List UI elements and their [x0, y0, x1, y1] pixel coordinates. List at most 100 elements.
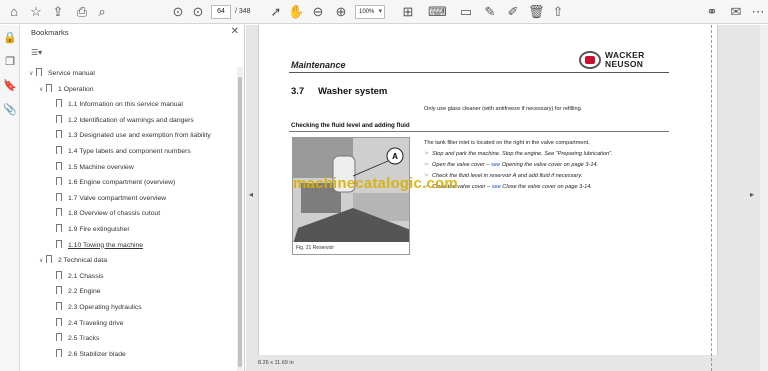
bookmark-item[interactable]: ∨ 1 Operation [39, 83, 94, 97]
bookmark-icon [56, 114, 62, 123]
left-rail: 🔒 ❐ 🔖 📎 [0, 25, 20, 371]
bookmark-item[interactable]: 2.4 Traveling drive [49, 317, 124, 331]
document-viewer: ◂ ▸ Maintenance WACKER NEUSON 3.7 Washer … [246, 25, 768, 371]
expand-chevron-icon[interactable]: ∨ [39, 254, 46, 268]
fit-page-icon[interactable]: ⊞ [400, 4, 416, 20]
figure-caption: Fig. 21 Reservoir [293, 242, 409, 254]
close-icon[interactable]: ✕ [231, 26, 239, 37]
pdf-page: Maintenance WACKER NEUSON 3.7 Washer syst… [258, 25, 718, 355]
bookmark-item[interactable]: 1.2 Identification of warnings and dange… [49, 114, 194, 128]
link-icon[interactable]: ⚭ [704, 4, 720, 20]
bookmark-item[interactable]: 2.2 Engine [49, 285, 101, 299]
bookmark-label: 1.9 Fire extinguisher [68, 226, 130, 233]
bookmark-list: ∨ Service manual ∨ 1 Operation 1.1 Informati… [21, 67, 237, 371]
search-icon[interactable]: ⌕ [94, 4, 110, 20]
stamp-icon[interactable]: ✐ [505, 4, 521, 20]
delete-icon[interactable]: 🗑 [528, 4, 545, 20]
bookmark-item[interactable]: 2.3 Operating hydraulics [49, 301, 142, 315]
attachment-icon[interactable]: 📎 [3, 103, 17, 117]
comment-icon[interactable]: ▭ [458, 4, 474, 20]
step-intro: The tank filler inlet is located on the … [424, 140, 590, 146]
bookmark-icon [56, 333, 62, 342]
expand-chevron-icon[interactable]: ∨ [39, 83, 46, 97]
wacker-logo-icon [579, 51, 601, 69]
reservoir-figure: A Fig. 21 Reservoir [292, 137, 410, 255]
page-size-label: 8.26 x 11.69 in [258, 360, 294, 366]
zoom-select[interactable]: 100% [355, 5, 385, 19]
subheading: Checking the fluid level and adding flui… [291, 122, 410, 129]
bookmarks-panel: Bookmarks ✕ ☰▾ ∨ Service manual ∨ 1 Operati… [21, 25, 245, 371]
bookmark-label: 1.4 Type labels and component numbers [68, 148, 191, 155]
bookmarks-header: Bookmarks ✕ [21, 25, 245, 42]
section-title: 3.7 Washer system [291, 86, 388, 97]
step-2-link[interactable]: see [491, 162, 500, 168]
header-rule [289, 72, 669, 73]
bookmark-icon [56, 302, 62, 310]
fig-label-a: A [392, 152, 398, 161]
next-page-arrow-icon[interactable]: ▸ [750, 190, 754, 199]
bookmark-item[interactable]: 1.8 Overview of chassis cutout [49, 207, 160, 221]
prev-page-arrow-icon[interactable]: ◂ [249, 190, 253, 199]
bookmark-label: 1.8 Overview of chassis cutout [68, 210, 161, 218]
step-4-link[interactable]: see [492, 184, 501, 190]
expand-chevron-icon[interactable]: ∨ [29, 67, 36, 81]
bookmark-item[interactable]: 1.7 Valve compartment overview [49, 192, 166, 206]
page-edge-guide [711, 25, 712, 371]
bookmark-icon[interactable]: 🔖 [3, 79, 17, 93]
home-icon[interactable]: ⌂ [6, 4, 22, 20]
print-icon[interactable]: ⎙ [74, 4, 90, 20]
zoom-in-icon[interactable]: ⊕ [333, 4, 349, 20]
bookmark-icon [56, 317, 62, 326]
bookmark-icon [56, 208, 62, 217]
bookmark-item[interactable]: 1.4 Type labels and component numbers [49, 145, 191, 159]
bookmark-icon [56, 286, 62, 295]
step-1: ☞ Stop and park the machine. Stop the eng… [424, 151, 613, 157]
bookmark-item[interactable]: 2.5 Tracks [49, 332, 99, 346]
bookmark-icon [56, 192, 62, 201]
pages-icon[interactable]: ❐ [3, 55, 17, 69]
share-icon[interactable]: ⇧ [550, 4, 566, 20]
bookmark-item[interactable]: 1.1 Information on this service manual [49, 98, 183, 112]
bookmark-icon [56, 161, 62, 170]
bookmark-item[interactable]: 1.10 Towing the machine [49, 239, 143, 253]
bookmark-item[interactable]: 2.6 Stabilizer blade [49, 348, 126, 362]
bookmarks-scrollbar[interactable] [237, 67, 243, 371]
bookmark-item[interactable]: ∨ 2 Technical data [39, 254, 107, 268]
bookmark-item[interactable]: 1.3 Designated use and exemption from li… [49, 129, 211, 143]
lock-icon[interactable]: 🔒 [3, 31, 17, 45]
bookmark-item[interactable]: 1.6 Engine compartment (overview) [49, 176, 175, 190]
bookmark-icon [46, 83, 52, 92]
page-total: / 348 [235, 8, 251, 15]
document-scrollbar[interactable] [760, 25, 768, 371]
mail-icon[interactable]: ✉ [728, 4, 744, 20]
page-down-icon[interactable]: ⊙ [190, 4, 206, 20]
scrollbar-thumb[interactable] [238, 77, 242, 367]
page-up-icon[interactable]: ⊙ [170, 4, 186, 20]
step-2: ☞ Open the valve cover – see Opening the … [424, 162, 599, 168]
keyboard-icon[interactable]: ⌨ [428, 4, 447, 20]
bookmark-item[interactable]: 2.1 Chassis [49, 270, 104, 284]
bookmark-label: 1.6 Engine compartment (overview) [68, 179, 176, 187]
star-icon[interactable]: ☆ [28, 4, 44, 20]
bookmark-icon [36, 68, 42, 76]
page-number-input[interactable]: 64 [211, 5, 231, 19]
bookmark-label: 1.5 Machine overview [68, 163, 134, 171]
bookmark-label: 1.7 Valve compartment overview [68, 194, 167, 202]
bookmark-label: 2 Technical data [58, 257, 107, 265]
bookmark-item[interactable]: 1.5 Machine overview [49, 161, 134, 175]
hand-icon[interactable]: ✋ [288, 4, 304, 20]
bookmark-icon [56, 146, 62, 154]
subhead-rule [289, 131, 669, 132]
zoom-out-icon[interactable]: ⊖ [310, 4, 326, 20]
bookmark-icon [56, 99, 62, 108]
bookmark-item[interactable]: ∨ Service manual [29, 67, 95, 81]
page-header: Maintenance [291, 60, 346, 70]
pen-icon[interactable]: ✎ [482, 4, 498, 20]
bookmark-options-icon[interactable]: ☰▾ [31, 47, 49, 59]
bookmark-label: 1.10 Towing the machine [68, 241, 144, 249]
bookmark-item[interactable]: 1.9 Fire extinguisher [49, 223, 130, 237]
upload-icon[interactable]: ⇪ [50, 4, 66, 20]
more-icon[interactable]: ⋯ [750, 4, 766, 20]
select-icon[interactable]: ➚ [268, 4, 284, 20]
bookmark-label: 1.2 Identification of warnings and dange… [68, 116, 194, 124]
